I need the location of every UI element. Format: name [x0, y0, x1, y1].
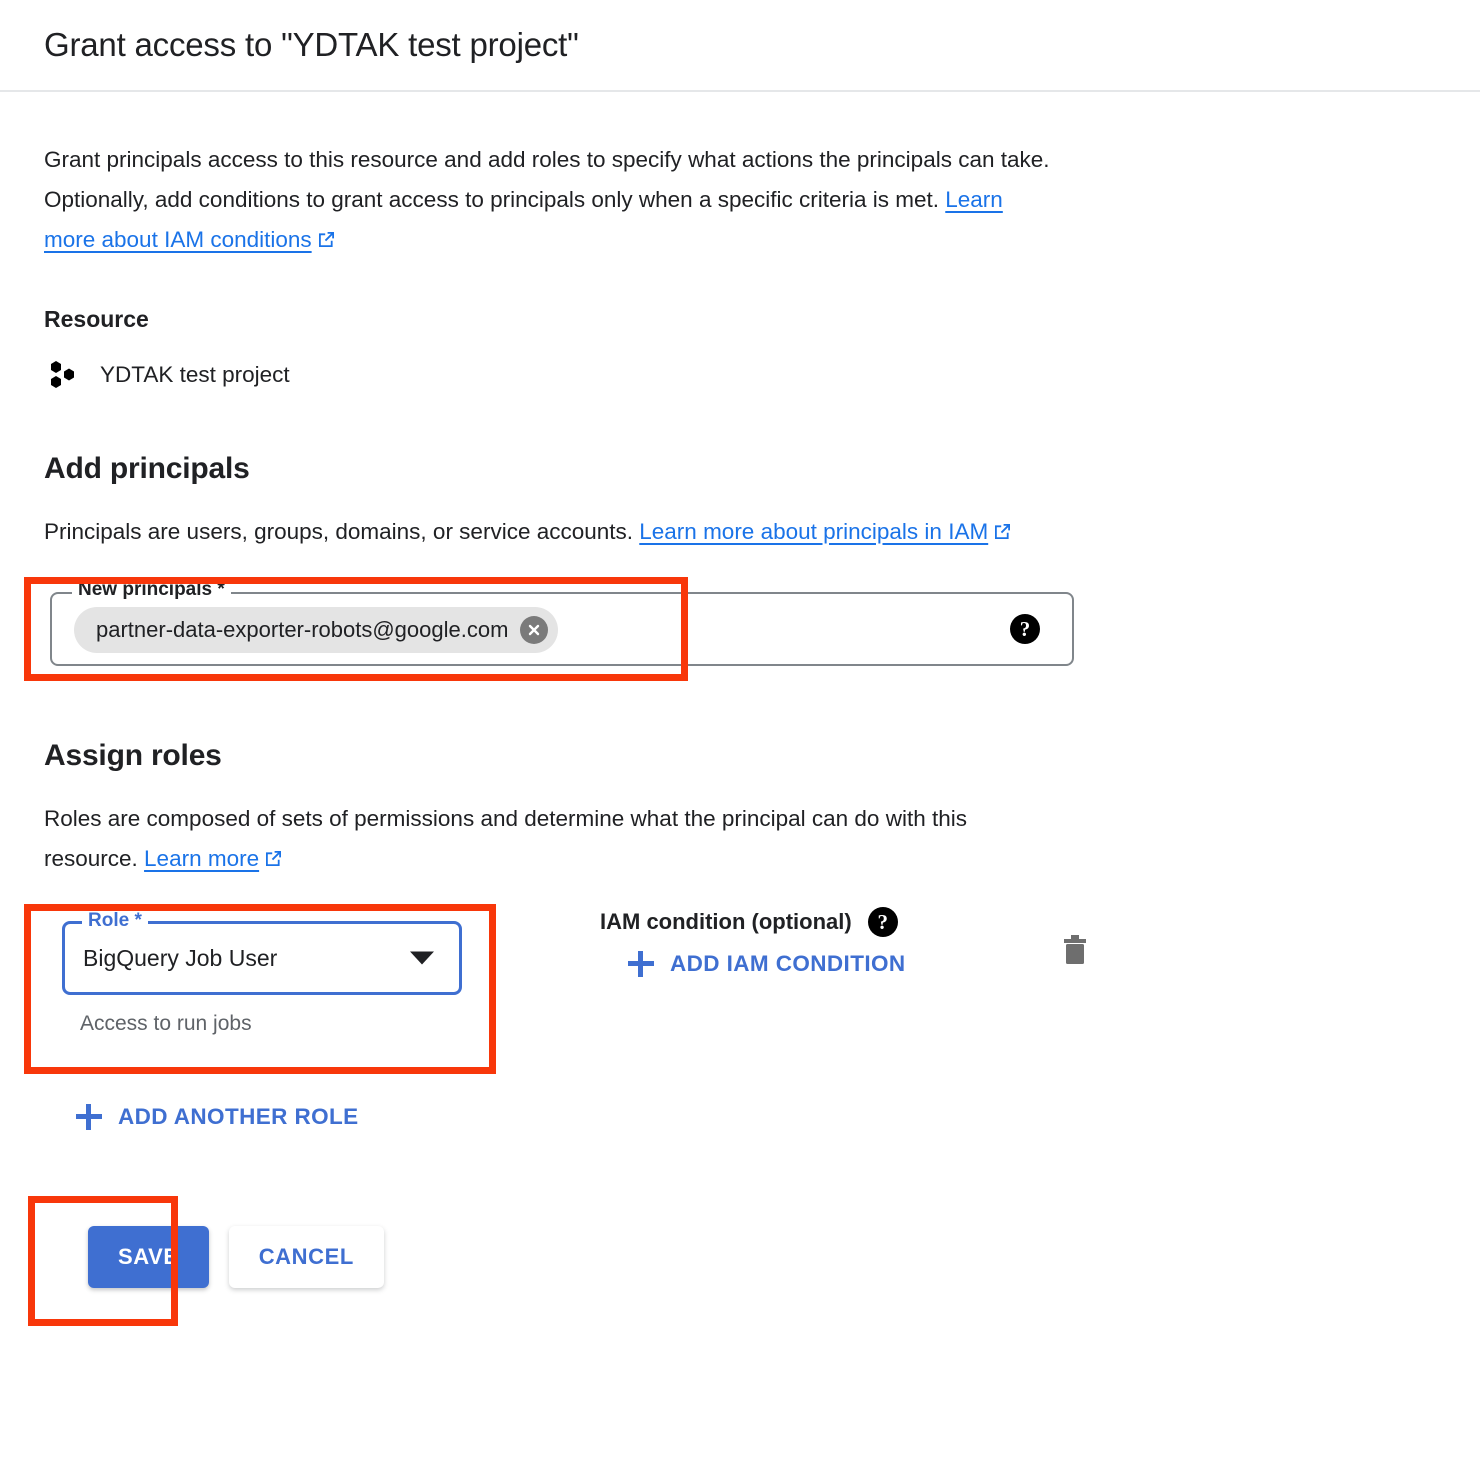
- add-iam-condition-label: ADD IAM CONDITION: [670, 951, 906, 976]
- role-row: Role * BigQuery Job User Access to run j…: [24, 904, 1444, 1082]
- assign-roles-section: Assign roles Roles are composed of sets …: [24, 739, 1444, 1130]
- principal-chip[interactable]: partner-data-exporter-robots@google.com: [74, 607, 559, 653]
- add-another-role-button[interactable]: ADD ANOTHER ROLE: [76, 1104, 359, 1130]
- iam-condition-label-row: IAM condition (optional) ?: [600, 907, 1020, 937]
- help-icon[interactable]: ?: [1010, 614, 1040, 644]
- role-hint-text: Access to run jobs: [80, 1012, 252, 1035]
- resource-row: YDTAK test project: [44, 360, 1444, 390]
- iam-condition-column: IAM condition (optional) ? ADD IAM CONDI…: [600, 907, 1020, 977]
- help-icon-glyph: ?: [877, 909, 888, 934]
- resource-heading: Resource: [44, 306, 149, 332]
- external-link-icon: [993, 522, 1012, 541]
- dialog-actions: SAVE CANCEL: [28, 1190, 1444, 1350]
- plus-icon: [628, 951, 654, 977]
- principals-desc-text: Principals are users, groups, domains, o…: [44, 519, 640, 544]
- learn-more-principals-link[interactable]: Learn more about principals in IAM: [639, 519, 988, 544]
- role-label: Role *: [82, 910, 148, 932]
- role-selected-value: BigQuery Job User: [83, 944, 278, 971]
- intro-text: Grant principals access to this resource…: [44, 147, 1050, 212]
- iam-condition-label: IAM condition (optional): [600, 909, 852, 934]
- save-button[interactable]: SAVE: [88, 1226, 209, 1288]
- dialog-body: Grant principals access to this resource…: [24, 92, 1444, 1350]
- close-icon[interactable]: [520, 616, 549, 644]
- new-principals-label: New principals *: [72, 579, 231, 601]
- resource-name: YDTAK test project: [100, 362, 290, 387]
- assign-roles-heading: Assign roles: [44, 739, 222, 772]
- external-link-icon: [317, 230, 336, 249]
- learn-more-roles-link[interactable]: Learn more: [144, 846, 259, 871]
- new-principals-input[interactable]: New principals * partner-data-exporter-r…: [50, 579, 1074, 666]
- help-icon-glyph: ?: [1019, 616, 1031, 641]
- resource-section: Resource YDTAK test project: [44, 306, 1444, 390]
- intro-paragraph: Grant principals access to this resource…: [44, 140, 1054, 260]
- plus-icon: [76, 1104, 102, 1130]
- principal-chip-label: partner-data-exporter-robots@google.com: [96, 617, 509, 642]
- cancel-button[interactable]: CANCEL: [228, 1226, 384, 1288]
- cloud-project-icon: [48, 360, 82, 390]
- add-principals-description: Principals are users, groups, domains, o…: [44, 512, 1054, 552]
- add-principals-heading: Add principals: [44, 452, 250, 485]
- chevron-down-icon[interactable]: [410, 951, 434, 965]
- role-select-wrap: Role * BigQuery Job User Access to run j…: [62, 910, 462, 1036]
- add-iam-condition-button[interactable]: ADD IAM CONDITION: [628, 951, 1020, 977]
- assign-roles-description: Roles are composed of sets of permission…: [44, 799, 1054, 879]
- role-select[interactable]: Role * BigQuery Job User: [62, 910, 462, 995]
- external-link-icon: [264, 849, 283, 868]
- add-another-role-label: ADD ANOTHER ROLE: [118, 1104, 359, 1129]
- new-principals-field-wrap: New principals * partner-data-exporter-r…: [24, 577, 1074, 681]
- dialog-header: Grant access to "YDTAK test project": [0, 0, 1480, 92]
- page-title: Grant access to "YDTAK test project": [44, 26, 579, 63]
- help-icon[interactable]: ?: [867, 907, 898, 937]
- trash-icon[interactable]: [1058, 933, 1092, 976]
- action-buttons: SAVE CANCEL: [88, 1226, 384, 1288]
- grant-access-dialog: Grant access to "YDTAK test project" Gra…: [0, 0, 1480, 1480]
- add-principals-section: Add principals Principals are users, gro…: [24, 452, 1444, 681]
